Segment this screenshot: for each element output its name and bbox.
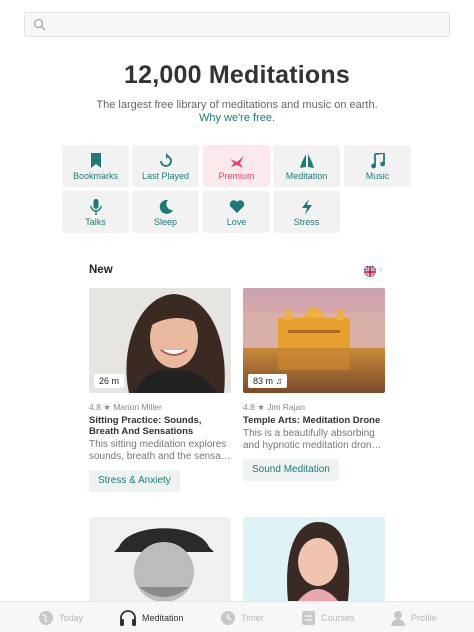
page-title: 12,000 Meditations (124, 61, 350, 89)
tab-timer[interactable]: Timer (220, 608, 264, 628)
rating-value: 4.8 (243, 402, 255, 412)
card-description: This sitting meditation explores sounds,… (89, 439, 231, 462)
moon-icon (159, 199, 173, 214)
search-bar[interactable] (24, 12, 450, 37)
category-label: Last Played (141, 171, 190, 181)
card-meta: 4.8 ★ Marion Miller (89, 402, 162, 413)
card-title[interactable]: Temple Arts: Meditation Drone (243, 415, 388, 426)
category-label: Meditation (285, 171, 328, 181)
category-talks[interactable]: Talks (62, 191, 129, 233)
category-label: Bookmarks (72, 171, 118, 181)
tab-courses[interactable]: Courses (301, 608, 355, 628)
microphone-icon (89, 199, 102, 215)
star-icon: ★ (257, 402, 265, 412)
tag-sound-meditation[interactable]: Sound Meditation (243, 459, 339, 481)
search-icon (33, 18, 46, 31)
globe-icon (39, 611, 53, 625)
card-image-man-portrait[interactable] (89, 517, 231, 601)
replay-icon (159, 153, 172, 167)
portrait-woman-2-image (243, 517, 385, 601)
tab-meditation[interactable]: Meditation (119, 608, 184, 628)
chevron-right-icon[interactable]: › (379, 264, 382, 275)
clock-icon (221, 611, 235, 625)
category-sleep[interactable]: Sleep (132, 191, 199, 233)
bottom-tab-bar: Today Meditation Timer Courses Profile (0, 601, 474, 632)
category-label: Stress (293, 217, 320, 227)
card-description: This is a beautifully absorbing and hypn… (243, 428, 382, 451)
duration-badge: 26 m (94, 374, 125, 388)
category-last-played[interactable]: Last Played (132, 145, 199, 187)
why-free-link[interactable]: Why we're free. (0, 112, 474, 124)
author-name[interactable]: Marion Miller (113, 402, 162, 412)
category-label: Talks (85, 217, 106, 227)
course-icon (302, 611, 315, 625)
author-name[interactable]: Jim Rajan (267, 402, 305, 412)
lightning-icon (301, 199, 312, 215)
bookmark-icon (90, 153, 101, 168)
tag-stress-anxiety[interactable]: Stress & Anxiety (89, 470, 180, 492)
card-image-woman-portrait[interactable] (243, 517, 385, 601)
profile-icon (391, 611, 405, 626)
card-image-temple-arts[interactable]: 83 m ♫ (243, 288, 385, 393)
tab-profile[interactable]: Profile (390, 608, 437, 628)
music-note-icon (370, 153, 385, 169)
category-meditation[interactable]: Meditation (273, 145, 340, 187)
bird-icon (229, 156, 244, 168)
category-stress[interactable]: Stress (273, 191, 340, 233)
category-love[interactable]: Love (203, 191, 270, 233)
page-subtitle: The largest free library of meditations … (96, 99, 378, 111)
category-label: Love (226, 217, 247, 227)
card-image-sitting-practice[interactable]: 26 m (89, 288, 231, 393)
star-icon: ★ (103, 402, 111, 412)
section-title-new: New (89, 264, 113, 276)
search-input[interactable] (53, 16, 443, 34)
tab-today[interactable]: Today (38, 608, 83, 628)
category-music[interactable]: Music (344, 145, 411, 187)
category-bookmarks[interactable]: Bookmarks (62, 145, 129, 187)
heart-icon (229, 200, 244, 213)
headphones-icon (120, 610, 136, 626)
music-note-icon: ♫ (275, 376, 283, 386)
rating-value: 4.8 (89, 402, 101, 412)
category-label: Sleep (153, 217, 178, 227)
card-title[interactable]: Sitting Practice: Sounds, Breath And Sen… (89, 415, 234, 437)
language-flag-icon[interactable] (364, 265, 376, 277)
duration-badge: 83 m ♫ (248, 374, 288, 388)
portrait-man-image (89, 517, 231, 601)
category-premium[interactable]: Premium (203, 145, 270, 187)
praying-hands-icon (299, 154, 314, 168)
card-meta: 4.8 ★ Jim Rajan (243, 402, 305, 413)
category-label: Premium (218, 171, 255, 181)
category-label: Music (365, 171, 390, 181)
